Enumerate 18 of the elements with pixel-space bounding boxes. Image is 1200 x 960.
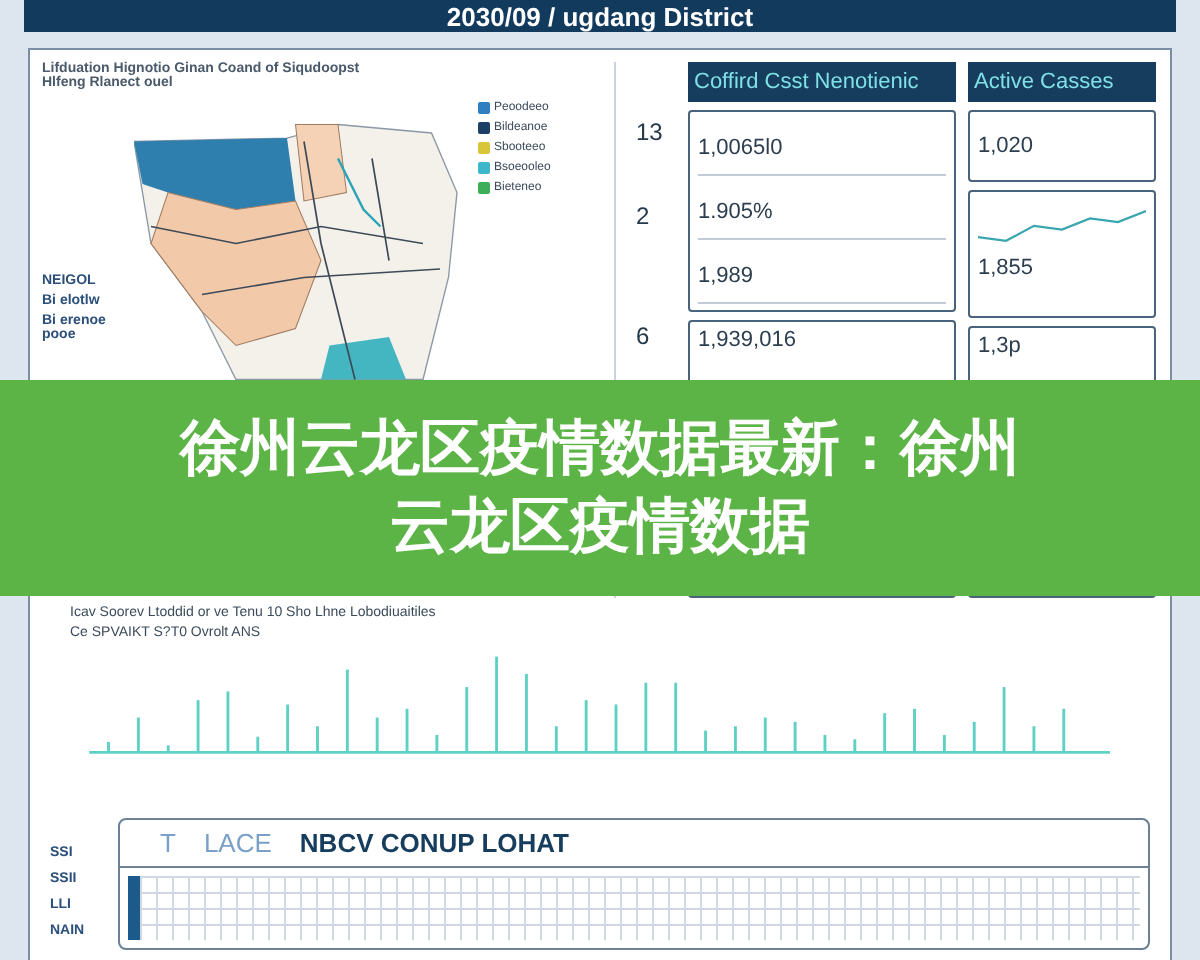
page-title: 2030/09 / ugdang District — [446, 1, 754, 31]
stat-value: 1,939,016 — [698, 328, 798, 352]
stat-value: 1,020 — [978, 134, 1036, 158]
table-title: NBCV CONUP LOHAT — [299, 828, 569, 858]
banner-text: 云龙区疫情数据 — [390, 490, 810, 565]
stat-value: 1.905% — [698, 200, 773, 224]
stat-value: 1,989 — [698, 264, 754, 288]
stat-value: 1,3p — [978, 334, 1023, 358]
card-title: Coffird Csst Nenotienic — [688, 62, 956, 102]
row-number: 2 — [636, 202, 650, 230]
banner-text: 徐州云龙区疫情数据最新：徐州 — [180, 411, 1020, 486]
stat-value: 1,0065l0 — [698, 136, 783, 160]
stat-value: 1,855 — [978, 256, 1036, 280]
table-tab[interactable]: T — [160, 828, 176, 858]
card-title: Active Casses — [968, 62, 1156, 102]
row-number: 13 — [636, 118, 663, 146]
row-number: 6 — [636, 322, 650, 350]
table-tab[interactable]: LACE — [203, 828, 272, 858]
